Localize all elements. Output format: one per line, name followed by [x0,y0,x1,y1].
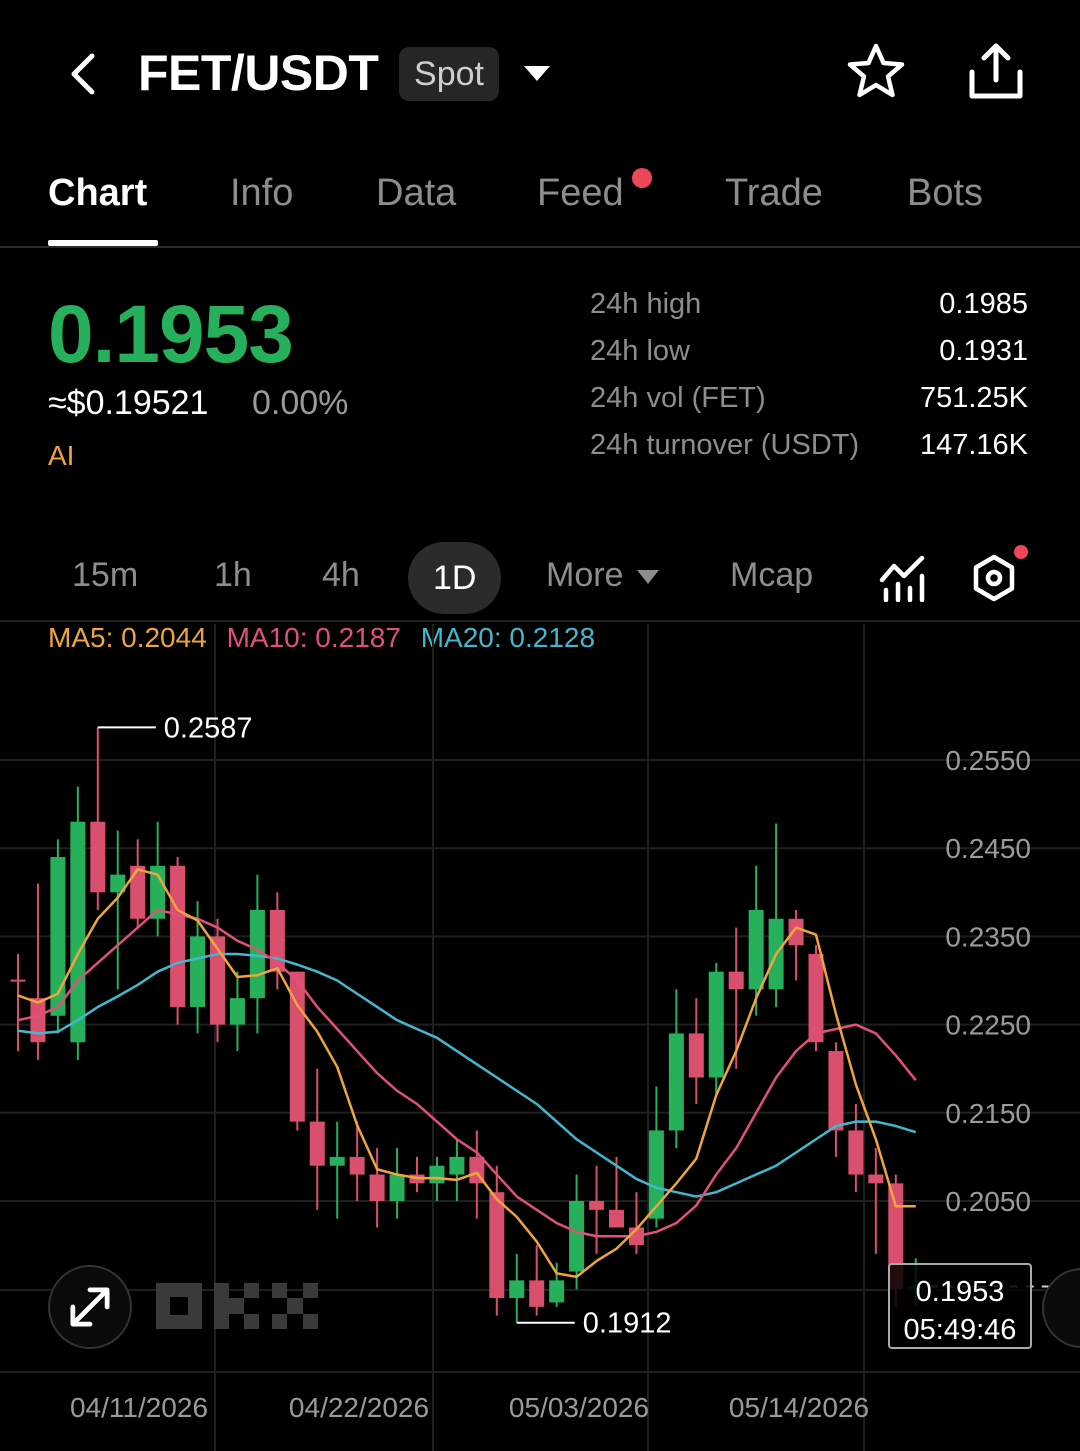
candle-body [170,865,186,1007]
high-price-label: 0.2587 [164,712,253,744]
last-price-tag: 0.1953 05:49:46 [888,1263,1032,1349]
expand-icon [70,1287,110,1327]
timeframe-15m[interactable]: 15m [72,556,138,595]
candle-body [70,821,86,1043]
candle-body [509,1280,525,1299]
candle-body [589,1201,605,1210]
timeframe-4h[interactable]: 4h [322,556,360,595]
feed-notification-dot [632,168,652,188]
candle-body [748,909,764,990]
timeframe-1h[interactable]: 1h [214,556,252,595]
stat-label: 24h high [590,288,702,320]
candle-body [10,979,26,982]
fullscreen-button[interactable] [48,1265,132,1349]
x-tick-label: 05/14/2026 [729,1392,869,1423]
timeframe-1d[interactable]: 1D [408,542,502,614]
candle-body [728,971,744,990]
candle-body [668,1033,684,1131]
candle-body [30,998,46,1043]
caret-down-icon [637,570,660,585]
candle-body [130,865,146,919]
candle-body [688,1033,704,1078]
more-timeframes-button[interactable]: More [546,556,660,595]
y-tick-label: 0.2550 [945,745,1031,776]
candle-body [229,998,245,1025]
chart-toolbar: 15m 1h 4h 1D More Mcap [0,540,1080,622]
tab-chart[interactable]: Chart [48,172,147,215]
candle-body [609,1209,624,1228]
candle-body [369,1174,385,1201]
indicator-icon[interactable] [878,554,928,602]
settings-icon[interactable] [970,554,1018,602]
tab-info[interactable]: Info [230,172,293,215]
tab-bots[interactable]: Bots [907,172,983,215]
x-tick-label: 04/22/2026 [289,1392,429,1423]
candle-body [868,1174,884,1184]
candle-body [389,1174,405,1201]
active-tab-indicator [48,240,158,246]
candle-body [529,1280,545,1307]
category-tag[interactable]: AI [48,440,74,472]
tab-feed[interactable]: Feed [537,172,624,215]
candle-body [788,918,804,946]
stat-row: 24h low 0.1931 [590,335,1030,382]
candle-body [449,1156,465,1175]
mcap-button[interactable]: Mcap [730,556,813,595]
stats-panel: 24h high 0.1985 24h low 0.1931 24h vol (… [590,288,1030,476]
okx-watermark [156,1283,318,1329]
stat-label: 24h vol (FET) [590,382,766,414]
stat-value: 147.16K [919,429,1028,461]
tab-trade[interactable]: Trade [725,172,823,215]
price-change: 0.00% [252,384,349,422]
candle-body [329,1156,345,1166]
last-price: 0.1953 [48,289,294,380]
stat-label: 24h low [590,335,690,367]
y-tick-label: 0.2150 [945,1098,1031,1129]
candle-body [309,1121,325,1166]
candle-body [190,936,206,1007]
candle-body [708,971,724,1078]
more-label: More [546,556,624,594]
candle-body [549,1280,565,1303]
candle-body [90,821,106,893]
y-tick-label: 0.2450 [945,833,1031,864]
candle-body [349,1156,365,1175]
tab-bar: Chart Info Data Feed Trade Bots [0,160,1080,248]
star-icon[interactable] [844,40,908,104]
candle-body [569,1201,585,1272]
y-tick-label: 0.2050 [945,1186,1031,1217]
price-tag-countdown: 05:49:46 [903,1314,1017,1346]
candle-body [848,1130,864,1175]
ma20-line [17,952,917,1198]
y-tick-label: 0.2250 [945,1010,1031,1041]
pair-title[interactable]: FET/USDT [138,44,379,102]
stat-row: 24h vol (FET) 751.25K [590,382,1030,429]
low-price-label: 0.1912 [583,1308,672,1340]
back-icon[interactable] [62,50,106,98]
stat-row: 24h high 0.1985 [590,288,1030,335]
x-tick-label: 05/03/2026 [509,1392,649,1423]
share-icon[interactable] [964,40,1028,104]
tab-data[interactable]: Data [376,172,456,215]
stat-row: 24h turnover (USDT) 147.16K [590,429,1030,476]
settings-notification-dot [1014,545,1028,559]
stat-label: 24h turnover (USDT) [590,429,860,461]
stat-value: 0.1985 [939,288,1028,320]
chevron-down-icon[interactable] [520,60,554,86]
y-tick-label: 0.2350 [945,921,1031,952]
x-tick-label: 04/11/2026 [70,1392,208,1423]
stat-value: 751.25K [919,382,1028,414]
price-tag-value: 0.1953 [915,1276,1005,1308]
market-type-badge[interactable]: Spot [399,47,499,101]
header: FET/USDT Spot [0,0,1080,150]
usd-price: ≈$0.19521 [48,384,209,422]
candle-body [828,1051,844,1131]
stat-value: 0.1931 [939,335,1028,367]
candle-body [489,1192,505,1299]
candle-body [429,1165,445,1184]
candle-body [808,954,824,1043]
